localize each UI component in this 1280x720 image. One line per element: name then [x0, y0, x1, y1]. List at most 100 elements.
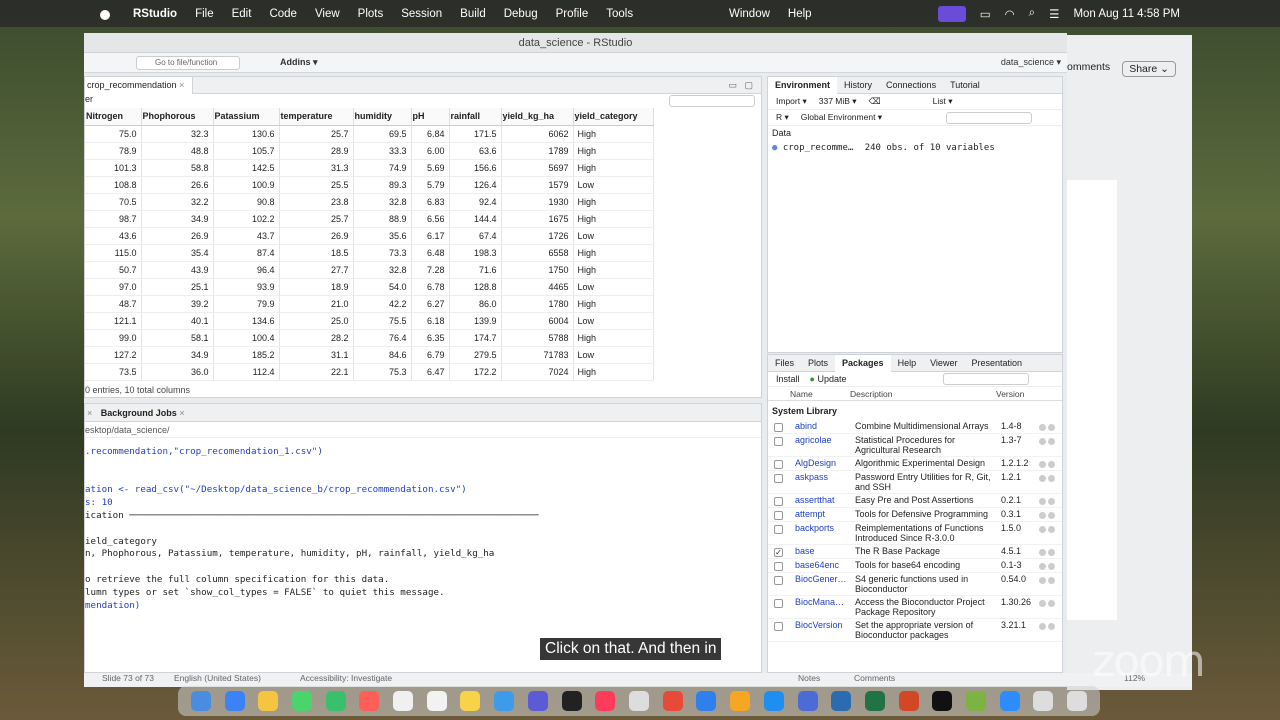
package-name-link[interactable]: BiocVersion — [795, 620, 855, 630]
column-header[interactable]: temperature — [279, 108, 354, 126]
tab-history[interactable]: History — [837, 80, 879, 90]
package-name-link[interactable]: BiocGener… — [795, 574, 855, 584]
package-name-link[interactable]: attempt — [795, 509, 855, 519]
addins-button[interactable]: Addins ▾ — [280, 57, 318, 68]
package-checkbox[interactable] — [774, 474, 783, 483]
column-header[interactable]: Patassium — [213, 108, 280, 126]
remove-icon[interactable] — [1048, 577, 1055, 584]
package-name-link[interactable]: BiocMana… — [795, 597, 855, 607]
package-checkbox[interactable] — [774, 423, 783, 432]
tab-help[interactable]: Help — [891, 358, 924, 368]
notes-button[interactable]: Notes — [798, 673, 820, 683]
close-icon[interactable]: × — [179, 408, 184, 418]
col-desc-header[interactable]: Description — [850, 389, 996, 399]
scope-select[interactable]: Global Environment ▾ — [801, 112, 882, 123]
menu-help[interactable]: Help — [788, 8, 812, 20]
dock-app-icon[interactable] — [595, 691, 616, 711]
environment-item[interactable]: ● crop_recomme… 240 obs. of 10 variables — [768, 141, 1062, 156]
dock-app-icon[interactable] — [561, 691, 582, 711]
remove-icon[interactable] — [1048, 549, 1055, 556]
package-checkbox[interactable] — [774, 525, 783, 534]
package-checkbox[interactable] — [774, 562, 783, 571]
maximize-icon[interactable]: ▢ — [744, 77, 753, 94]
expand-icon[interactable]: ● — [772, 143, 777, 153]
menu-profile[interactable]: Profile — [556, 8, 589, 20]
packages-search-input[interactable] — [942, 373, 1029, 385]
dock-app-icon[interactable] — [1067, 691, 1088, 711]
dock-app-icon[interactable] — [393, 691, 414, 711]
dock-app-icon[interactable] — [291, 691, 312, 711]
close-icon[interactable]: × — [85, 408, 98, 418]
package-name-link[interactable]: base — [795, 546, 855, 556]
web-icon[interactable] — [1039, 577, 1046, 584]
dock-app-icon[interactable] — [966, 691, 987, 711]
search-icon[interactable]: ⌕ — [1029, 7, 1035, 20]
control-center-icon[interactable]: ☰ — [1049, 7, 1059, 21]
dock-app-icon[interactable] — [494, 691, 515, 711]
web-icon[interactable] — [1039, 563, 1046, 570]
dock-app-icon[interactable] — [359, 691, 380, 711]
menu-session[interactable]: Session — [401, 8, 442, 20]
dock-app-icon[interactable] — [426, 691, 447, 711]
remove-icon[interactable] — [1048, 600, 1055, 607]
dock-app-icon[interactable] — [999, 691, 1020, 711]
tab-packages[interactable]: Packages — [835, 354, 891, 372]
remove-icon[interactable] — [1048, 526, 1055, 533]
web-icon[interactable] — [1039, 424, 1046, 431]
remove-icon[interactable] — [1048, 498, 1055, 505]
minimize-icon[interactable]: ▭ — [728, 77, 737, 94]
dock-app-icon[interactable] — [460, 691, 481, 711]
package-name-link[interactable]: agricolae — [795, 435, 855, 445]
dock-app-icon[interactable] — [864, 691, 885, 711]
package-checkbox[interactable] — [774, 497, 783, 506]
package-checkbox[interactable] — [774, 622, 783, 631]
package-checkbox[interactable] — [774, 460, 783, 469]
col-name-header[interactable]: Name — [790, 389, 850, 399]
tab-tutorial[interactable]: Tutorial — [943, 80, 987, 90]
web-icon[interactable] — [1039, 438, 1046, 445]
package-checkbox[interactable] — [774, 599, 783, 608]
dock-app-icon[interactable] — [527, 691, 548, 711]
dock-app-icon[interactable] — [190, 691, 211, 711]
column-header[interactable]: Phophorous — [141, 108, 214, 126]
battery-icon[interactable]: ▭ — [980, 7, 991, 21]
remove-icon[interactable] — [1048, 424, 1055, 431]
package-checkbox[interactable] — [774, 576, 783, 585]
menu-tools[interactable]: Tools — [606, 8, 633, 20]
remove-icon[interactable] — [1048, 512, 1055, 519]
tab-crop-recommendation[interactable]: crop_recommendation × — [85, 77, 194, 94]
remove-icon[interactable] — [1048, 438, 1055, 445]
menu-code[interactable]: Code — [269, 8, 297, 20]
menu-app[interactable]: RStudio — [133, 8, 177, 20]
share-button[interactable]: Share ⌄ — [1122, 61, 1176, 77]
package-name-link[interactable]: AlgDesign — [795, 458, 855, 468]
column-header[interactable]: rainfall — [449, 108, 502, 126]
list-view-button[interactable]: List ▾ — [933, 96, 953, 107]
web-icon[interactable] — [1039, 498, 1046, 505]
comments-status-button[interactable]: Comments — [854, 673, 895, 683]
dock-app-icon[interactable] — [662, 691, 683, 711]
column-header[interactable]: Nitrogen — [85, 108, 142, 126]
tab-presentation[interactable]: Presentation — [964, 358, 1029, 368]
broom-icon[interactable]: ⌫ — [869, 96, 881, 107]
column-header[interactable]: yield_kg_ha — [501, 108, 574, 126]
tab-files[interactable]: Files — [768, 358, 801, 368]
remove-icon[interactable] — [1048, 475, 1055, 482]
package-name-link[interactable]: backports — [795, 523, 855, 533]
comments-button[interactable]: omments — [1067, 61, 1110, 77]
dock-app-icon[interactable] — [696, 691, 717, 711]
menu-file[interactable]: File — [195, 8, 214, 20]
web-icon[interactable] — [1039, 549, 1046, 556]
environment-item-name[interactable]: crop_recomme… — [783, 143, 853, 153]
package-name-link[interactable]: askpass — [795, 472, 855, 482]
dock-app-icon[interactable] — [898, 691, 919, 711]
dock-app-icon[interactable] — [730, 691, 751, 711]
project-menu[interactable]: data_science ▾ — [1001, 57, 1061, 68]
remove-icon[interactable] — [1048, 563, 1055, 570]
web-icon[interactable] — [1039, 512, 1046, 519]
package-checkbox[interactable] — [774, 511, 783, 520]
import-dataset-button[interactable]: Import ▾ — [776, 96, 807, 107]
remove-icon[interactable] — [1048, 623, 1055, 630]
dock-app-icon[interactable] — [628, 691, 649, 711]
memory-usage[interactable]: 337 MiB ▾ — [819, 96, 857, 107]
